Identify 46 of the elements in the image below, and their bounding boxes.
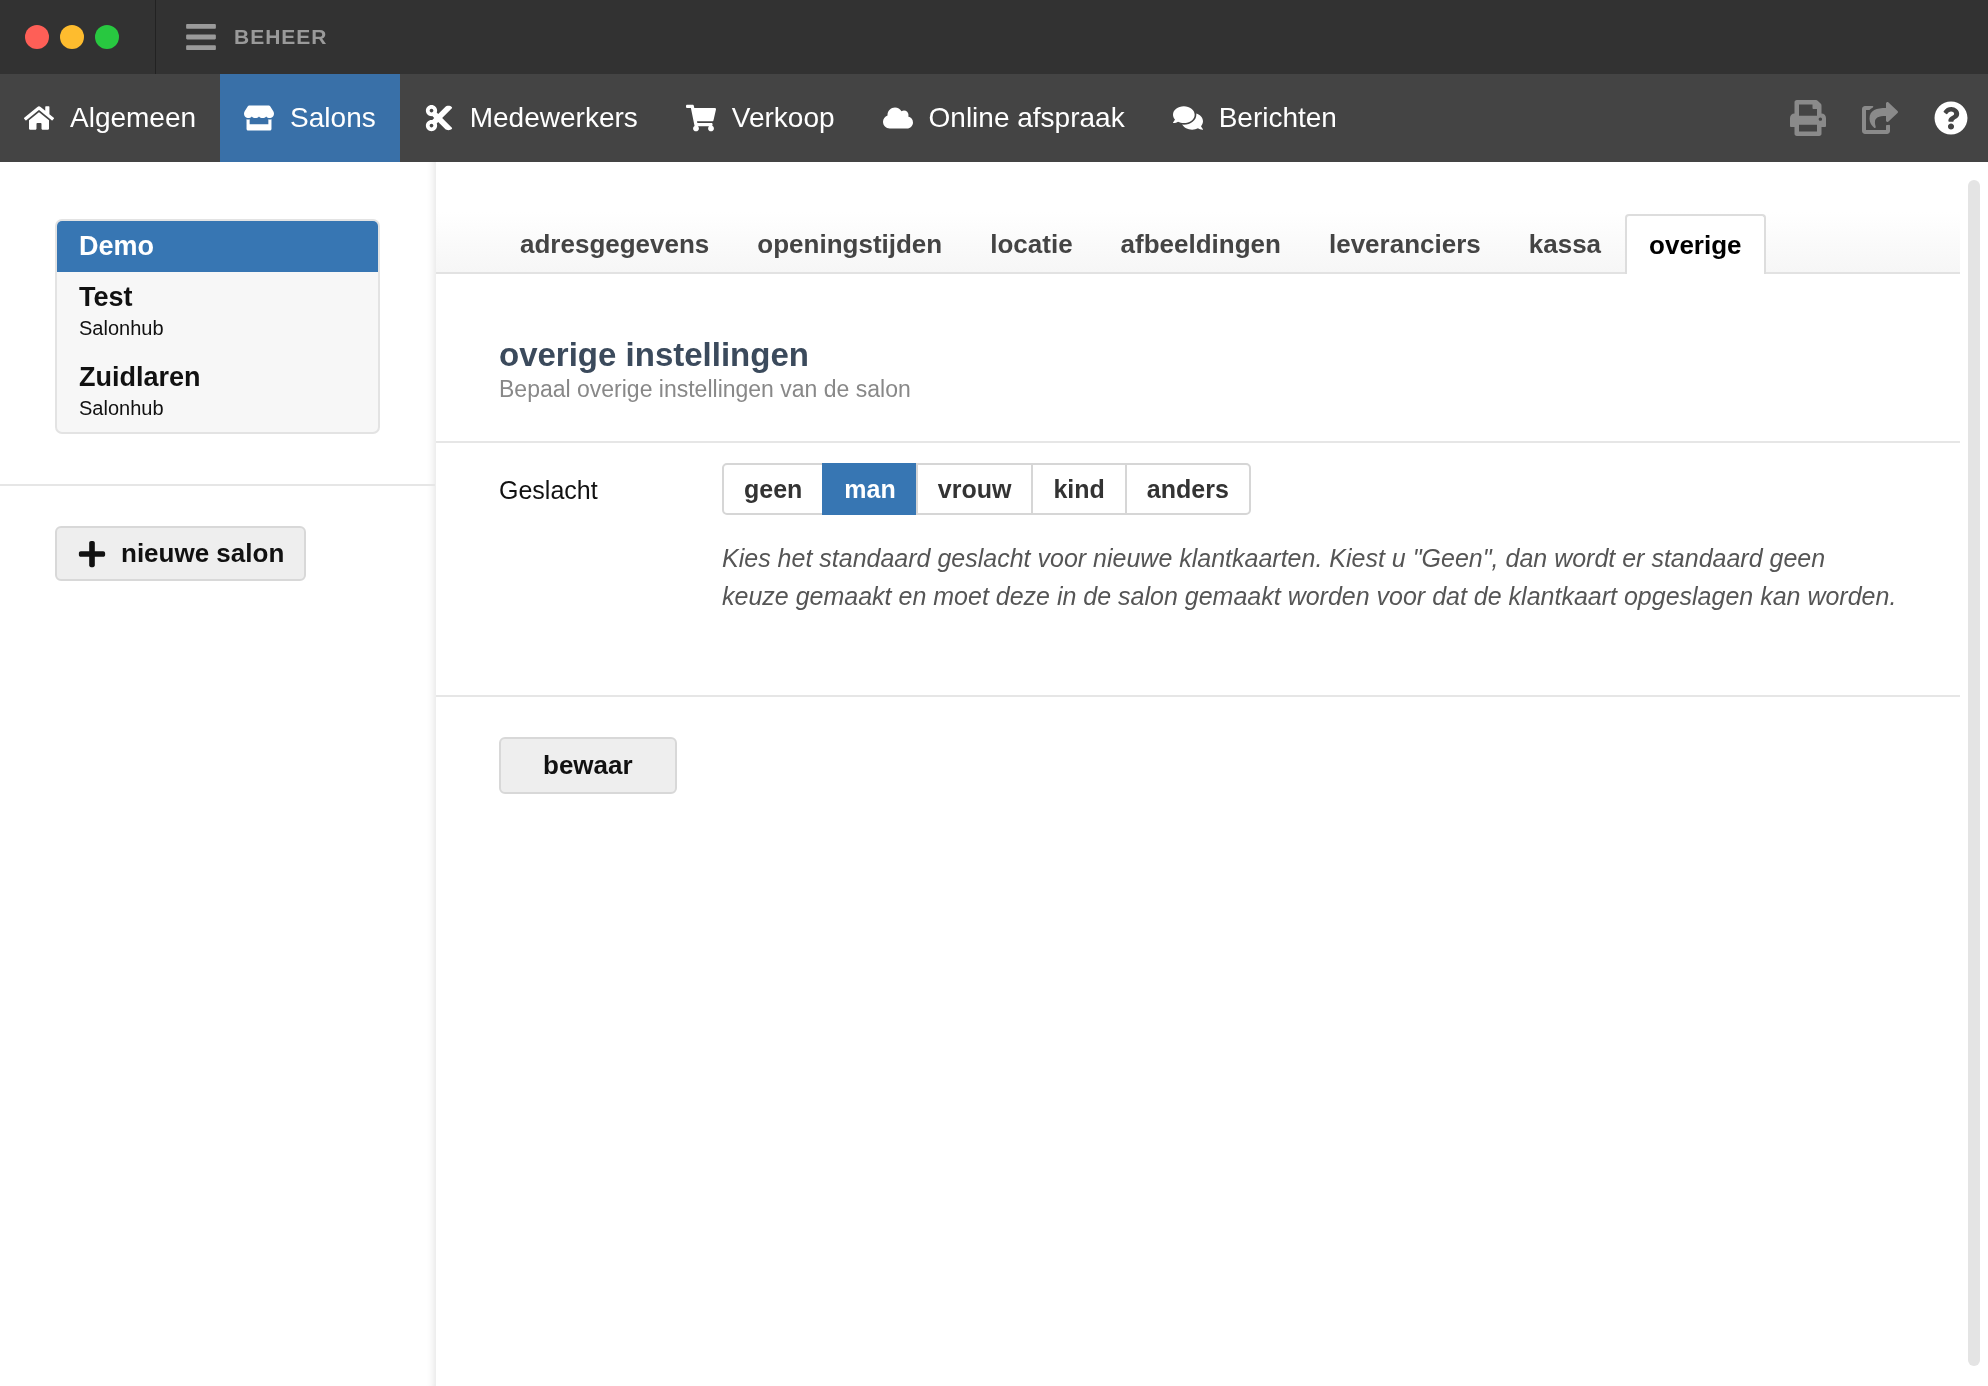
section-subtitle: Bepaal overige instellingen van de salon <box>499 376 912 403</box>
gender-option[interactable]: geen <box>722 463 825 515</box>
window-title: BEHEER <box>234 25 328 49</box>
close-window-button[interactable] <box>25 25 49 49</box>
plus-icon <box>77 538 107 569</box>
house-icon <box>24 103 54 133</box>
nav-tab[interactable]: Medewerkers <box>399 74 662 162</box>
tab[interactable]: kassa <box>1504 214 1626 272</box>
salon-name: Test <box>79 282 134 313</box>
save-button[interactable]: bewaar <box>499 737 677 794</box>
nav-tab[interactable]: Online afspraak <box>858 74 1149 162</box>
tab[interactable]: adresgegevens <box>496 214 734 272</box>
nav-tab[interactable]: Verkoop <box>661 74 859 162</box>
salon-list-item[interactable]: Test Salonhub <box>57 272 378 352</box>
nav-tab[interactable]: Salons <box>220 74 400 162</box>
section-title: overige instellingen <box>499 336 810 374</box>
gender-option[interactable]: anders <box>1124 463 1251 515</box>
help-text: Kies het standaard geslacht voor nieuwe klantkaarten. Kiest u "Geen", dan wordt er standaard geen keuze gemaakt en moet deze in de salon gemaakt worden voor dat de klantkaart opgeslagen kan worden. <box>722 543 1897 612</box>
salon-list-item[interactable]: Zuidlaren Salonhub <box>57 352 378 432</box>
salon-subtitle: Salonhub <box>79 317 165 340</box>
tab[interactable]: locatie <box>966 214 1097 272</box>
print-icon[interactable] <box>1790 100 1826 136</box>
tab[interactable]: afbeeldingen <box>1096 214 1305 272</box>
tab[interactable]: openingstijden <box>733 214 967 272</box>
tab[interactable]: overige <box>1625 214 1766 274</box>
storefront-icon <box>244 103 275 133</box>
gender-option[interactable]: man <box>822 463 918 515</box>
salon-subtitle: Salonhub <box>79 397 165 420</box>
salon-name: Zuidlaren <box>79 362 202 393</box>
gender-option[interactable]: vrouw <box>915 463 1034 515</box>
field-label: Geslacht <box>499 475 599 506</box>
cart-icon <box>685 103 716 133</box>
share-icon[interactable] <box>1862 100 1898 136</box>
salon-list-item[interactable]: Demo <box>57 221 378 272</box>
tab[interactable]: leveranciers <box>1304 214 1505 272</box>
scissors-icon <box>423 103 454 133</box>
minimize-window-button[interactable] <box>60 25 84 49</box>
help-icon[interactable] <box>1934 101 1968 135</box>
gender-option[interactable]: kind <box>1031 463 1127 515</box>
new-salon-button[interactable]: nieuwe salon <box>55 526 307 581</box>
salon-name: Demo <box>79 231 155 262</box>
chat-bubbles-icon <box>1172 103 1203 133</box>
maximize-window-button[interactable] <box>95 25 119 49</box>
nav-tab[interactable]: Algemeen <box>0 74 221 162</box>
scrollbar[interactable] <box>1968 180 1980 1366</box>
nav-tab[interactable]: Berichten <box>1148 74 1361 162</box>
